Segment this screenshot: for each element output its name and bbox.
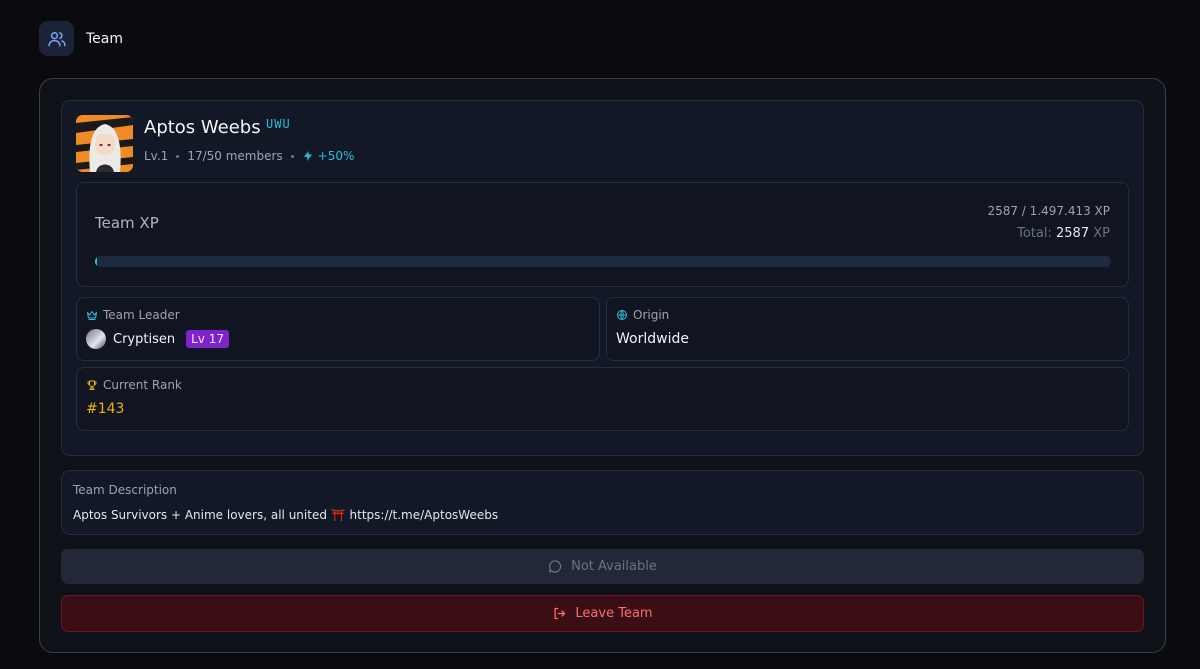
team-meta: Lv.1 17/50 members +50% [144,149,354,163]
xp-progress: 2587 / 1.497.413 XP [987,204,1110,218]
xp-total-value: 2587 [1056,226,1090,241]
xp-label: Team XP [95,214,159,232]
leader-avatar [86,329,106,349]
team-leader-row[interactable]: Cryptisen Lv 17 [86,329,229,349]
team-tag: UWU [266,117,291,131]
origin-value: Worldwide [616,331,689,347]
lightning-icon [303,151,312,161]
leader-level-badge: Lv 17 [186,330,229,348]
team-leader-box: Team Leader Cryptisen Lv 17 [76,297,600,361]
team-panel: Aptos Weebs UWU Lv.1 17/50 members +50% … [39,78,1166,653]
page-header: Team [39,21,123,56]
origin-label: Origin [616,308,669,322]
boost-value: +50% [317,149,355,163]
team-avatar [76,115,133,172]
team-description-text: Aptos Survivors + Anime lovers, all unit… [73,508,499,522]
separator-dot [176,154,180,158]
chat-bubble-icon [549,560,562,573]
xp-total-label: Total: [1017,226,1052,241]
xp-progress-fill [95,256,97,267]
current-rank-label: Current Rank [86,378,182,392]
team-boost: +50% [302,149,355,163]
trophy-icon [87,380,97,390]
chat-button[interactable]: Not Available [61,549,1144,584]
crown-icon [87,311,97,320]
logout-icon [554,607,566,620]
current-rank-value: #143 [86,401,125,417]
leave-team-label: Leave Team [575,606,653,621]
globe-icon [617,309,627,321]
team-members: 17/50 members [187,149,283,163]
separator-dot [290,154,294,158]
xp-total-unit: XP [1093,226,1110,241]
chat-button-label: Not Available [571,559,657,574]
current-rank-box: Current Rank #143 [76,367,1129,431]
team-card: Aptos Weebs UWU Lv.1 17/50 members +50% … [61,100,1144,456]
leave-team-button[interactable]: Leave Team [61,595,1144,632]
team-leader-label: Team Leader [86,308,180,322]
leader-name: Cryptisen [113,331,176,347]
origin-box: Origin Worldwide [606,297,1129,361]
team-description-box: Team Description Aptos Survivors + Anime… [61,470,1144,535]
team-xp-box: Team XP 2587 / 1.497.413 XP Total: 2587 … [76,182,1129,287]
team-description-label: Team Description [73,483,177,497]
team-name: Aptos Weebs [144,117,261,138]
team-level: Lv.1 [144,149,169,163]
users-icon [39,21,74,56]
page-title: Team [86,30,124,47]
xp-total: Total: 2587 XP [1017,226,1110,241]
xp-progress-bar [95,256,1111,267]
